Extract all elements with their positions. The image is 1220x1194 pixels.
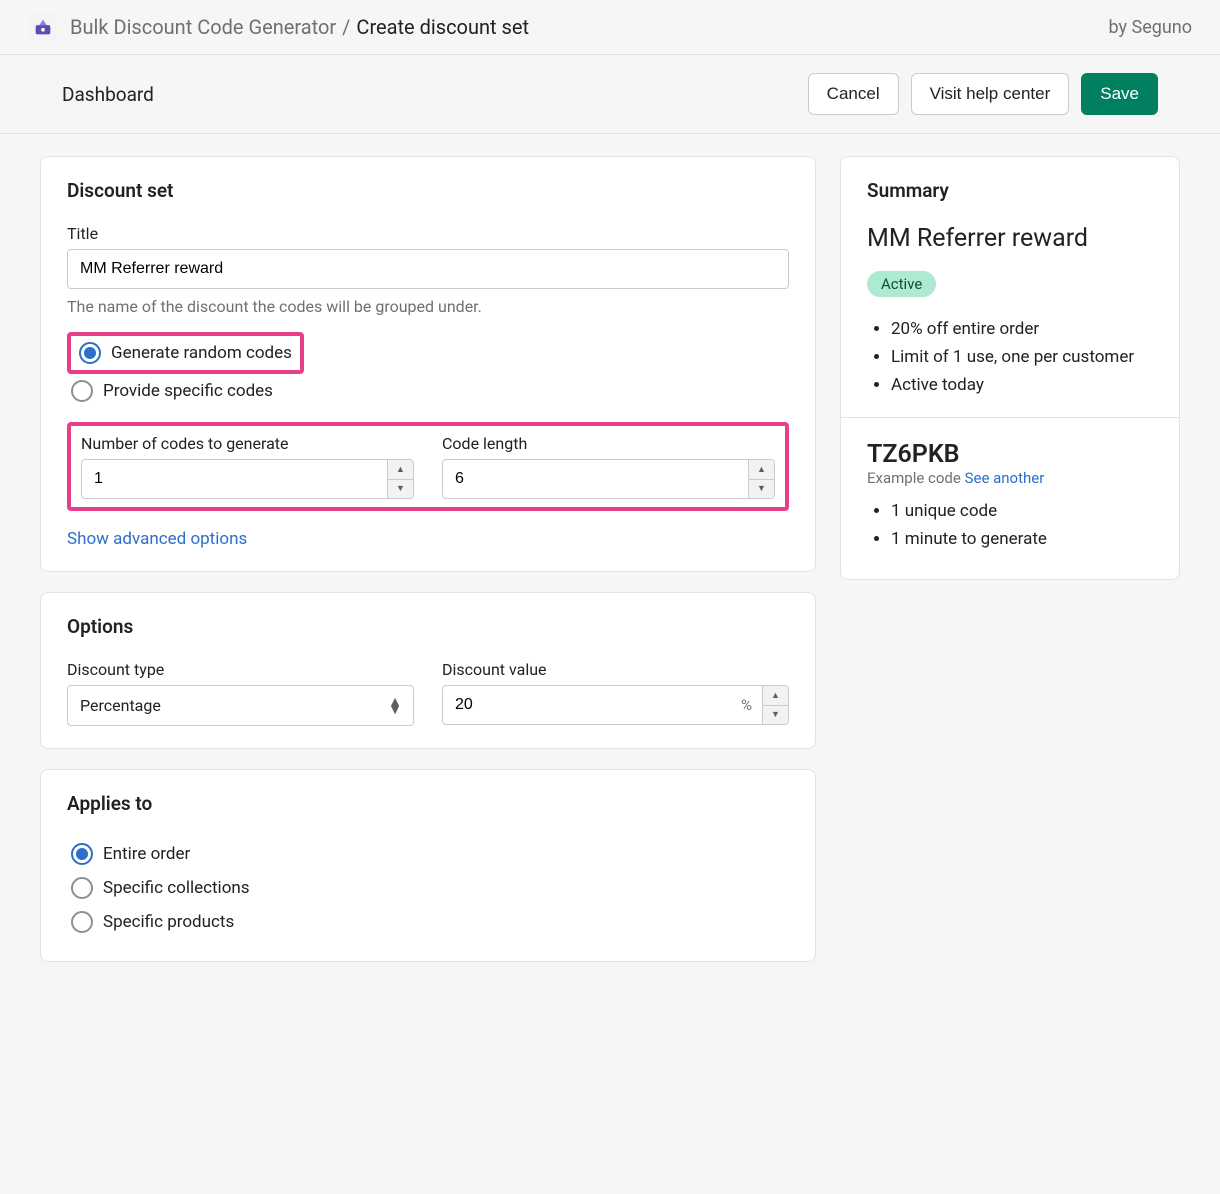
radio-specific-collections[interactable]: Specific collections bbox=[67, 871, 789, 905]
radio-label: Generate random codes bbox=[111, 343, 292, 363]
radio-label: Specific products bbox=[103, 912, 234, 932]
radio-icon bbox=[71, 877, 93, 899]
discount-value-input[interactable]: % ▲ ▼ bbox=[442, 685, 789, 725]
summary-title: MM Referrer reward bbox=[867, 224, 1153, 253]
discount-type-select[interactable]: Percentage bbox=[67, 685, 414, 726]
save-button[interactable]: Save bbox=[1081, 73, 1158, 115]
code-generation-panel: Number of codes to generate ▲ ▼ Code len… bbox=[67, 422, 789, 511]
breadcrumb: Bulk Discount Code Generator / Create di… bbox=[70, 15, 529, 39]
stepper-up-icon[interactable]: ▲ bbox=[388, 460, 413, 480]
options-card: Options Discount type Percentage ▲▼ Disc… bbox=[40, 592, 816, 749]
discount-set-heading: Discount set bbox=[67, 179, 789, 202]
stepper-up-icon[interactable]: ▲ bbox=[749, 460, 774, 480]
radio-label: Provide specific codes bbox=[103, 381, 273, 401]
help-center-button[interactable]: Visit help center bbox=[911, 73, 1070, 115]
breadcrumb-current: Create discount set bbox=[356, 15, 529, 39]
status-badge: Active bbox=[867, 271, 936, 297]
radio-generate-random[interactable]: Generate random codes bbox=[67, 332, 304, 374]
summary-heading: Summary bbox=[867, 179, 1153, 202]
summary-detail-bullet: 1 unique code bbox=[891, 501, 1153, 521]
radio-icon bbox=[79, 342, 101, 364]
divider bbox=[841, 417, 1179, 418]
advanced-options-link[interactable]: Show advanced options bbox=[67, 529, 247, 549]
code-length-label: Code length bbox=[442, 434, 775, 453]
applies-to-heading: Applies to bbox=[67, 792, 789, 815]
num-codes-input[interactable]: ▲ ▼ bbox=[81, 459, 414, 499]
stepper-down-icon[interactable]: ▼ bbox=[763, 706, 788, 725]
radio-provide-specific[interactable]: Provide specific codes bbox=[67, 374, 789, 408]
stepper-down-icon[interactable]: ▼ bbox=[388, 480, 413, 499]
discount-value-field[interactable] bbox=[443, 686, 731, 724]
app-logo-icon bbox=[28, 12, 58, 42]
breadcrumb-root[interactable]: Bulk Discount Code Generator bbox=[70, 15, 336, 39]
summary-bullet: 20% off entire order bbox=[891, 319, 1153, 339]
num-codes-field[interactable] bbox=[82, 460, 387, 498]
discount-type-label: Discount type bbox=[67, 660, 414, 679]
radio-label: Specific collections bbox=[103, 878, 250, 898]
radio-icon bbox=[71, 911, 93, 933]
radio-icon bbox=[71, 380, 93, 402]
stepper-down-icon[interactable]: ▼ bbox=[749, 480, 774, 499]
cancel-button[interactable]: Cancel bbox=[808, 73, 899, 115]
summary-bullet: Limit of 1 use, one per customer bbox=[891, 347, 1153, 367]
code-length-field[interactable] bbox=[443, 460, 748, 498]
options-heading: Options bbox=[67, 615, 789, 638]
discount-set-card: Discount set Title The name of the disco… bbox=[40, 156, 816, 572]
discount-value-label: Discount value bbox=[442, 660, 789, 679]
title-helper: The name of the discount the codes will … bbox=[67, 297, 789, 316]
summary-card: Summary MM Referrer reward Active 20% of… bbox=[840, 156, 1180, 580]
radio-label: Entire order bbox=[103, 844, 190, 864]
see-another-link[interactable]: See another bbox=[965, 469, 1045, 487]
radio-icon bbox=[71, 843, 93, 865]
example-code-label: Example code See another bbox=[867, 469, 1153, 487]
discount-value-suffix: % bbox=[731, 686, 762, 724]
code-length-input[interactable]: ▲ ▼ bbox=[442, 459, 775, 499]
byline: by Seguno bbox=[1109, 17, 1192, 38]
page-title: Dashboard bbox=[62, 83, 154, 106]
example-code: TZ6PKB bbox=[867, 440, 1153, 469]
summary-detail-bullets: 1 unique code 1 minute to generate bbox=[867, 501, 1153, 549]
title-input[interactable] bbox=[67, 249, 789, 289]
title-label: Title bbox=[67, 224, 789, 243]
summary-bullet: Active today bbox=[891, 375, 1153, 395]
applies-to-card: Applies to Entire order Specific collect… bbox=[40, 769, 816, 962]
num-codes-label: Number of codes to generate bbox=[81, 434, 414, 453]
action-bar: Dashboard Cancel Visit help center Save bbox=[0, 55, 1220, 134]
topbar: Bulk Discount Code Generator / Create di… bbox=[0, 0, 1220, 55]
summary-bullets: 20% off entire order Limit of 1 use, one… bbox=[867, 319, 1153, 395]
breadcrumb-separator: / bbox=[342, 15, 350, 39]
radio-specific-products[interactable]: Specific products bbox=[67, 905, 789, 939]
summary-detail-bullet: 1 minute to generate bbox=[891, 529, 1153, 549]
stepper-up-icon[interactable]: ▲ bbox=[763, 686, 788, 706]
radio-entire-order[interactable]: Entire order bbox=[67, 837, 789, 871]
